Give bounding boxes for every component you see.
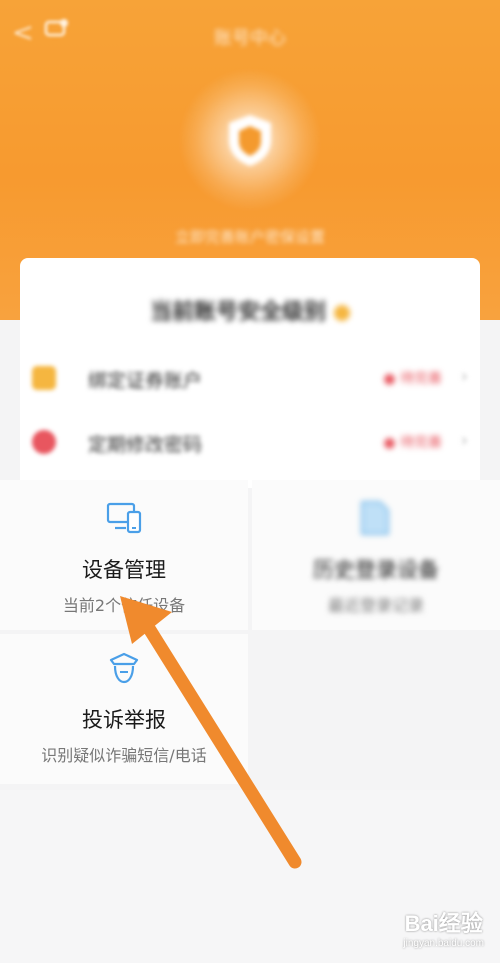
devices-icon	[106, 502, 142, 534]
security-item-bind-account[interactable]: 绑定证券账户 ● 待完善 ›	[20, 358, 480, 398]
status-badge: ● 待完善	[383, 435, 442, 451]
tile-device-management[interactable]: 设备管理 当前2个信任设备	[0, 480, 248, 630]
security-item-label: 绑定证券账户	[88, 370, 203, 392]
tile-title: 设备管理	[82, 558, 166, 582]
security-item-label: 定期修改密码	[88, 434, 203, 456]
document-icon	[361, 501, 389, 535]
security-level-title: 当前账号安全级别	[20, 294, 480, 326]
lock-icon	[32, 430, 56, 454]
tile-title: 投诉举报	[82, 708, 166, 732]
level-badge	[334, 305, 350, 321]
shield-glow	[180, 70, 320, 210]
tile-subtitle: 最近登录记录	[327, 596, 424, 615]
id-card-icon	[32, 366, 56, 390]
feature-grid: 设备管理 当前2个信任设备 历史登录设备 最近登录记录 投诉举报 识别疑似诈骗短…	[0, 480, 500, 790]
chevron-right-icon: ›	[460, 430, 468, 451]
status-badge: ● 待完善	[383, 371, 442, 387]
guard-icon	[109, 652, 139, 684]
tile-title: 历史登录设备	[313, 558, 439, 582]
header-subtitle: 立即完善账户密保设置	[174, 228, 325, 246]
security-level-card: 当前账号安全级别 绑定证券账户 ● 待完善 › 定期修改密码 ● 待完善 ›	[20, 258, 480, 488]
watermark: Bai经验 jingyan.baidu.com	[403, 906, 484, 949]
shield-icon	[229, 115, 271, 166]
watermark-url: jingyan.baidu.com	[403, 938, 484, 949]
tile-login-history[interactable]: 历史登录设备 最近登录记录	[252, 480, 500, 630]
tile-empty	[252, 634, 500, 784]
security-item-change-password[interactable]: 定期修改密码 ● 待完善 ›	[20, 422, 480, 462]
tile-subtitle: 当前2个信任设备	[62, 596, 186, 615]
page-title: 账号中心	[214, 28, 286, 49]
watermark-logo: Bai经验	[404, 911, 483, 936]
top-bar: < 账号中心	[0, 0, 500, 70]
tile-complaint-report[interactable]: 投诉举报 识别疑似诈骗短信/电话	[0, 634, 248, 784]
tile-subtitle: 识别疑似诈骗短信/电话	[41, 746, 207, 765]
chevron-right-icon: ›	[460, 366, 468, 387]
